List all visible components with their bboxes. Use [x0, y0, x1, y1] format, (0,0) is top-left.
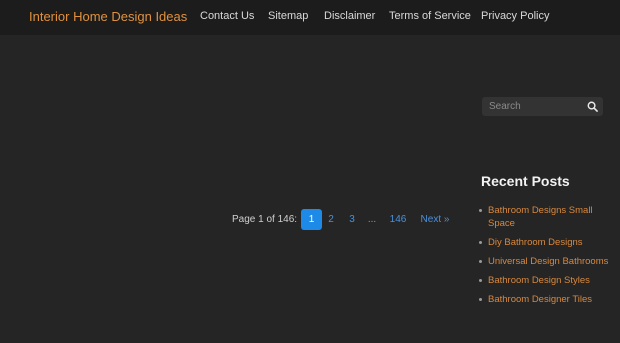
list-item: Bathroom Designs Small Space: [479, 204, 614, 230]
nav-sitemap[interactable]: Sitemap: [268, 10, 308, 22]
page-2-link[interactable]: 2: [323, 209, 339, 230]
recent-post-link[interactable]: Universal Design Bathrooms: [488, 256, 608, 267]
page-last-link[interactable]: 146: [387, 209, 409, 230]
recent-post-link[interactable]: Bathroom Designer Tiles: [488, 294, 592, 305]
pagination-ellipsis: ...: [367, 214, 377, 225]
recent-post-link[interactable]: Bathroom Designs Small Space: [488, 205, 593, 229]
search-box: [482, 97, 603, 116]
page-1-button[interactable]: 1: [301, 209, 322, 230]
nav-privacy-policy[interactable]: Privacy Policy: [481, 10, 549, 22]
list-item: Bathroom Design Styles: [479, 274, 614, 287]
recent-posts-heading: Recent Posts: [481, 173, 570, 189]
pagination: Page 1 of 146: 1 2 3 ... 146 Next »: [0, 209, 470, 231]
nav-terms-of-service[interactable]: Terms of Service: [389, 10, 471, 22]
bullet-icon: [479, 279, 482, 282]
page-3-link[interactable]: 3: [344, 209, 360, 230]
main-nav: Contact Us Sitemap Disclaimer Terms of S…: [0, 10, 620, 26]
search-icon[interactable]: [587, 101, 598, 112]
bullet-icon: [479, 241, 482, 244]
list-item: Diy Bathroom Designs: [479, 236, 614, 249]
bullet-icon: [479, 209, 482, 212]
bullet-icon: [479, 260, 482, 263]
nav-contact-us[interactable]: Contact Us: [200, 10, 254, 22]
recent-post-link[interactable]: Bathroom Design Styles: [488, 275, 590, 286]
bullet-icon: [479, 298, 482, 301]
recent-post-link[interactable]: Diy Bathroom Designs: [488, 237, 583, 248]
top-navigation-bar: Interior Home Design Ideas Contact Us Si…: [0, 0, 620, 35]
recent-posts-list: Bathroom Designs Small Space Diy Bathroo…: [479, 204, 614, 306]
list-item: Bathroom Designer Tiles: [479, 293, 614, 306]
search-input[interactable]: [482, 97, 582, 116]
next-page-link[interactable]: Next »: [419, 209, 451, 230]
nav-disclaimer[interactable]: Disclaimer: [324, 10, 375, 22]
pagination-label: Page 1 of 146:: [232, 214, 298, 225]
list-item: Universal Design Bathrooms: [479, 255, 614, 268]
